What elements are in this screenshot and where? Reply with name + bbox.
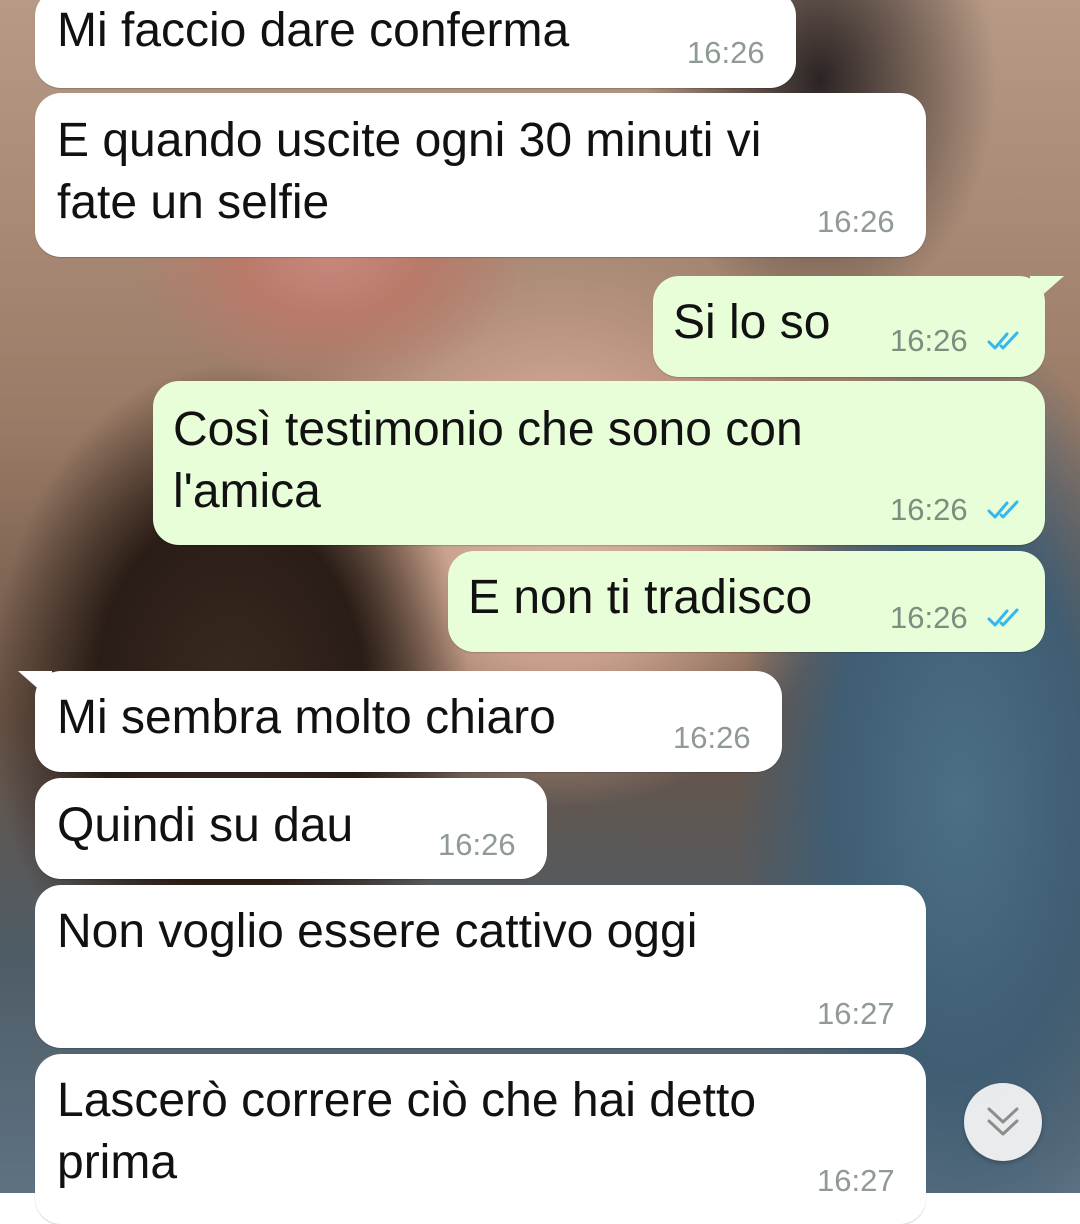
scroll-to-bottom-button[interactable] — [964, 1083, 1042, 1161]
message-time: 16:26 — [673, 720, 751, 755]
outgoing-message[interactable]: E non ti tradisco 16:26 — [448, 551, 1045, 652]
incoming-message[interactable]: Non voglio essere cattivo oggi 16:27 — [35, 885, 926, 1048]
outgoing-message[interactable]: Così testimonio che sono con l'amica 16:… — [153, 381, 1045, 545]
message-time: 16:27 — [817, 996, 895, 1031]
double-chevron-down-icon — [987, 1107, 1019, 1136]
message-time: 16:26 — [890, 492, 968, 527]
double-check-icon — [987, 608, 1019, 627]
outgoing-message[interactable]: Si lo so 16:26 — [653, 276, 1045, 377]
message-text: E quando uscite ogni 30 minuti vi fate u… — [57, 114, 762, 229]
message-time: 16:26 — [890, 600, 968, 635]
message-text: Si lo so — [673, 296, 831, 349]
message-time: 16:26 — [687, 35, 765, 70]
incoming-message[interactable]: Mi sembra molto chiaro 16:26 — [35, 671, 782, 772]
message-text: Mi sembra molto chiaro — [57, 691, 556, 744]
incoming-message[interactable]: E quando uscite ogni 30 minuti vi fate u… — [35, 93, 926, 257]
double-check-icon — [987, 331, 1019, 350]
double-check-icon — [987, 500, 1019, 519]
message-time: 16:26 — [817, 204, 895, 239]
incoming-message[interactable]: Quindi su dau 16:26 — [35, 778, 547, 879]
message-time: 16:26 — [890, 323, 968, 358]
message-time: 16:26 — [438, 827, 516, 862]
incoming-message[interactable]: Lascerò correre ciò che hai detto prima … — [35, 1054, 926, 1224]
message-text: Mi faccio dare conferma — [57, 4, 570, 57]
incoming-message[interactable]: Mi faccio dare conferma 16:26 — [35, 0, 796, 88]
message-text: Non voglio essere cattivo oggi — [57, 905, 698, 958]
message-text: Lascerò correre ciò che hai detto prima — [57, 1074, 757, 1189]
